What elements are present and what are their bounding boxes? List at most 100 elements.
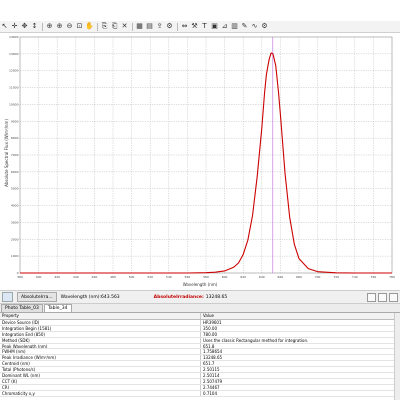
pointer-icon[interactable]: ↖: [0, 22, 9, 31]
x-tick-label: 620: [240, 275, 246, 279]
value-cell: 2.507479: [203, 378, 223, 384]
x-tick-label: 380: [17, 275, 23, 279]
crosshair-icon[interactable]: ✛: [10, 22, 19, 31]
x-axis-label: Wavelength (nm): [183, 282, 218, 287]
toolbar-separator: [177, 22, 178, 31]
x-tick-label: 760: [371, 275, 377, 279]
toolbar: ↖ ✛ ✥ ↕ ⊕ ⊕ ⊖ ⊡ ✋ ⎘ ⎗ ✕ ▦ ▤ ⇪ ⚙ ⇔ ⚒ T ▣ ⊿ ▥ ✎ ∿ ⚙: [0, 21, 400, 33]
x-tick-label: 600: [222, 275, 228, 279]
wave-icon[interactable]: ∿: [250, 22, 259, 31]
export-icon[interactable]: ⇪: [155, 22, 164, 31]
abs-label: AbsoluteIrradiance:: [153, 294, 204, 300]
y-tick-label: 11000: [9, 86, 19, 90]
copy-icon[interactable]: ⎘: [100, 22, 109, 31]
spectrum-chart-svg: 380 400 420 440 460 480 500 520 540 560 580 600 620 6…: [4, 35, 395, 287]
settings-icon[interactable]: ⚙: [165, 22, 174, 31]
x-tick-label: 540: [166, 275, 172, 279]
wavelength-readout: Wavelength (nm):643.563: [60, 294, 120, 300]
ruler-icon[interactable]: ⊿: [220, 22, 229, 31]
x-tick-label: 720: [333, 275, 339, 279]
property-cell: CRI: [0, 384, 201, 390]
x-tick-label: 780: [389, 275, 395, 279]
property-table: Property Value Device Source (ID) HR39601…: [0, 313, 400, 400]
spectrum-chart[interactable]: 380 400 420 440 460 480 500 520 540 560 580 600 620 6…: [0, 33, 400, 288]
y-tick-label: 9000: [11, 119, 19, 123]
draw-icon[interactable]: ✎: [240, 22, 249, 31]
x-tick-label: 520: [147, 275, 153, 279]
zoom-fit-icon[interactable]: ⊡: [75, 22, 84, 31]
y-tick-label: 3000: [11, 220, 19, 224]
column-header-value[interactable]: Value: [201, 313, 400, 319]
value-cell: HR39601: [203, 320, 222, 325]
gear-icon[interactable]: ⚙: [260, 22, 269, 31]
value-cell: 1.758654: [203, 349, 223, 355]
value-cell: 2.50115: [203, 367, 220, 373]
property-cell: Method (SDK): [0, 337, 201, 343]
property-cell: Integration End (850): [0, 331, 201, 337]
property-cell: Device Source (ID): [0, 320, 201, 325]
tab-table-34[interactable]: Table_34: [43, 304, 72, 312]
property-cell: Peak Irradiance (W/m²/nm): [0, 355, 201, 361]
table-row[interactable]: Chromaticity x,y 0.7104: [0, 390, 400, 397]
tool-icon[interactable]: ⚒: [190, 22, 199, 31]
y-tick-label: 6000: [11, 170, 19, 174]
tab-bar: Photo Table_03 Table_34: [0, 304, 400, 313]
value-cell: 651.8: [203, 343, 215, 349]
x-tick-label: 700: [315, 275, 321, 279]
chart-type-icon[interactable]: [2, 292, 13, 302]
arrows-icon[interactable]: ⇔: [180, 22, 189, 31]
pan-icon[interactable]: ✥: [20, 22, 29, 31]
mode-dropdown[interactable]: AbsoluteIrra...: [17, 292, 57, 302]
tab-photo-table[interactable]: Photo Table_03: [1, 304, 43, 312]
toolbar-separator: [132, 22, 133, 31]
property-cell: Dominant WL (nm): [0, 373, 201, 378]
paste-icon[interactable]: ⎗: [110, 22, 119, 31]
text-icon[interactable]: T: [200, 22, 209, 31]
value-cell: 350.00: [203, 325, 217, 331]
property-cell: Integration Begin (1581): [0, 325, 201, 331]
property-cell: Centroid (nm): [0, 361, 201, 367]
y-tick-label: 4000: [11, 204, 19, 208]
x-tick-label: 440: [73, 275, 79, 279]
y-tick-label: 2000: [11, 237, 19, 241]
y-tick-label: 12000: [9, 69, 19, 73]
property-cell: Peak Wavelength (nm): [0, 343, 201, 349]
x-tick-label: 400: [36, 275, 42, 279]
property-cell: CCT (K): [0, 378, 201, 384]
abs-value: 13248.65: [205, 294, 228, 300]
toolbar-separator: [97, 22, 98, 31]
delete-icon[interactable]: ✕: [120, 22, 129, 31]
x-tick-label: 460: [92, 275, 98, 279]
value-cell: 13248.65: [203, 355, 223, 361]
zoom-in-plus-icon[interactable]: ⊕: [55, 22, 64, 31]
x-tick-label: 740: [352, 275, 358, 279]
settings-icon[interactable]: [389, 292, 398, 302]
table-scrollbar[interactable]: [394, 313, 400, 400]
x-tick-label: 640: [259, 275, 265, 279]
y-tick-label: 10000: [9, 102, 19, 106]
y-tick-label: 5000: [11, 187, 19, 191]
table-icon[interactable]: ▥: [230, 22, 239, 31]
value-cell: 651.7: [203, 361, 215, 367]
refresh-icon[interactable]: [378, 292, 387, 302]
status-bar: AbsoluteIrra... Wavelength (nm):643.563 …: [0, 290, 400, 304]
zoom-reset-icon[interactable]: [367, 292, 376, 302]
chart-icon[interactable]: ▦: [135, 22, 144, 31]
x-tick-label: 420: [54, 275, 60, 279]
zoom-out-icon[interactable]: ⊖: [65, 22, 74, 31]
column-header-property[interactable]: Property: [0, 313, 201, 319]
vertical-cursor-icon[interactable]: ↕: [30, 22, 39, 31]
property-cell: Chromaticity x,y: [0, 390, 201, 396]
value-cell: Uses the classic Rectangular method for …: [203, 337, 309, 343]
y-tick-label: 7000: [11, 153, 19, 157]
y-tick-label: 14000: [9, 35, 19, 39]
value-cell: 2.74467: [203, 384, 220, 390]
x-tick-label: 500: [129, 275, 135, 279]
value-cell: 0.7104: [203, 390, 217, 396]
value-cell: 780.00: [203, 331, 217, 337]
hand-icon[interactable]: ✋: [85, 22, 94, 31]
zoom-in-icon[interactable]: ⊕: [45, 22, 54, 31]
grid-icon[interactable]: ▤: [145, 22, 154, 31]
image-icon[interactable]: ▣: [210, 22, 219, 31]
toolbar-separator: [42, 22, 43, 31]
